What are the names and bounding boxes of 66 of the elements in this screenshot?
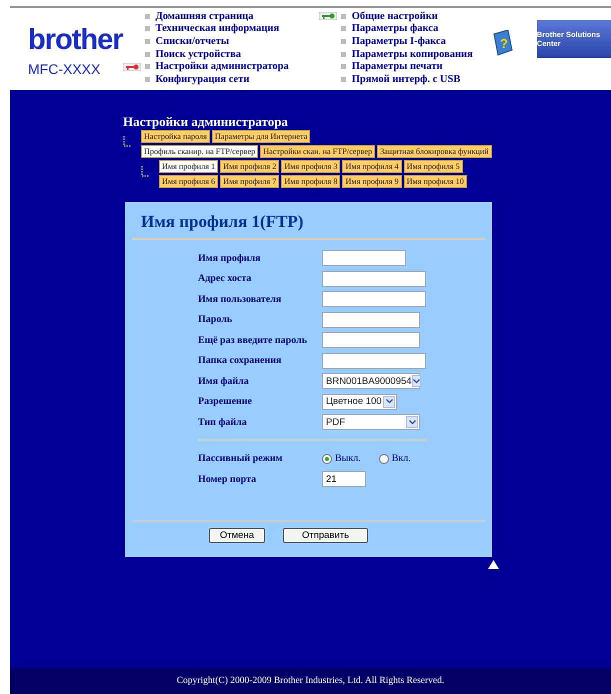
tab[interactable]: Настройки скан. на FTP/сервер [260,145,376,158]
nav-link[interactable]: Параметры факса [352,23,438,34]
tree-connector-icon [123,136,131,148]
tree-connector-icon [141,166,149,178]
input-field[interactable] [322,250,406,266]
field-label: Адрес хоста [198,273,252,284]
section-title: Настройки администратора [123,114,289,130]
tab[interactable]: Имя профиля 10 [404,175,467,188]
input-field[interactable]: 21 [322,471,366,488]
tab[interactable]: Настройка пароля [141,130,210,143]
nav-link[interactable]: Техническая информация [156,23,280,34]
nav-link[interactable]: Прямой интерф. с USB [352,74,460,85]
tab[interactable]: Имя профиля 1 [159,160,218,173]
field-label: Ещё раз введите пароль [198,334,308,346]
field-label: Тип файла [198,416,248,428]
radio-button[interactable] [322,454,332,464]
field-label: Номер порта [198,474,258,485]
nav-link[interactable]: Параметры I-факса [352,36,446,47]
nav-link[interactable]: Списки/отчеты [156,36,230,47]
dropdown[interactable]: Цветное 100 [322,394,397,410]
field-label: Пассивный режим [198,453,284,464]
tab[interactable]: Имя профиля 8 [281,175,340,188]
caret-icon [408,420,416,425]
field-label: Разрешение [198,396,253,408]
tab[interactable]: Профиль сканир. на FTP/сервер [141,145,258,158]
input-field[interactable] [322,270,426,287]
dropdown[interactable]: PDF [322,414,420,430]
tab[interactable]: Имя профиля 5 [404,160,463,173]
key-icon [318,12,337,20]
nav-link[interactable]: Поиск устройства [156,48,242,60]
caret-icon [386,399,392,404]
dropdown[interactable]: BRN001BA9000954 [322,373,420,390]
nav-link[interactable]: Общие настройки [352,10,438,22]
nav-link[interactable]: Конфигурация сети [156,74,250,85]
tab[interactable]: Имя профиля 3 [281,160,340,173]
tab[interactable]: Имя профиля 6 [159,175,218,188]
submit-button[interactable]: Отправить [282,528,368,542]
tab[interactable]: Параметры для Интернета [212,130,310,143]
tab[interactable]: Имя профиля 2 [220,160,280,173]
input-field[interactable] [322,291,426,308]
field-label: Имя файла [198,376,250,387]
field-label: Имя пользователя [198,294,282,305]
nav-link[interactable]: Параметры копирования [352,48,473,60]
tab[interactable]: Защитная блокировка функций [377,145,492,158]
tab[interactable]: Имя профиля 9 [342,175,402,188]
radio-button[interactable] [378,454,389,464]
radio-label: Вкл. [392,453,411,464]
nav-link[interactable]: Параметры печати [352,61,443,72]
field-label: Пароль [198,314,234,326]
input-field[interactable] [322,352,426,369]
brand-logo: brother [28,26,122,55]
cancel-button[interactable]: Отмена [208,528,265,542]
caret-icon [412,378,420,384]
scroll-to-top-icon[interactable] [488,560,499,569]
input-field[interactable] [322,332,420,348]
tab[interactable]: Имя профиля 7 [220,175,280,188]
tab[interactable]: Имя профиля 4 [342,160,402,173]
radio-label: Выкл. [335,453,361,464]
nav-link[interactable]: Домашняя страница [156,10,254,22]
nav-link[interactable]: Настройки администратора [156,61,289,72]
field-label: Папка сохранения [198,355,282,366]
form-title: Имя профиля 1(FTP) [140,212,304,232]
copyright-text: Copyright(C) 2000-2009 Brother Industries, Ltd. All Rights Reserved. [10,668,611,694]
model-name: MFC-XXXX [28,61,102,77]
field-label: Имя профиля [198,252,262,264]
input-field[interactable] [322,312,420,328]
